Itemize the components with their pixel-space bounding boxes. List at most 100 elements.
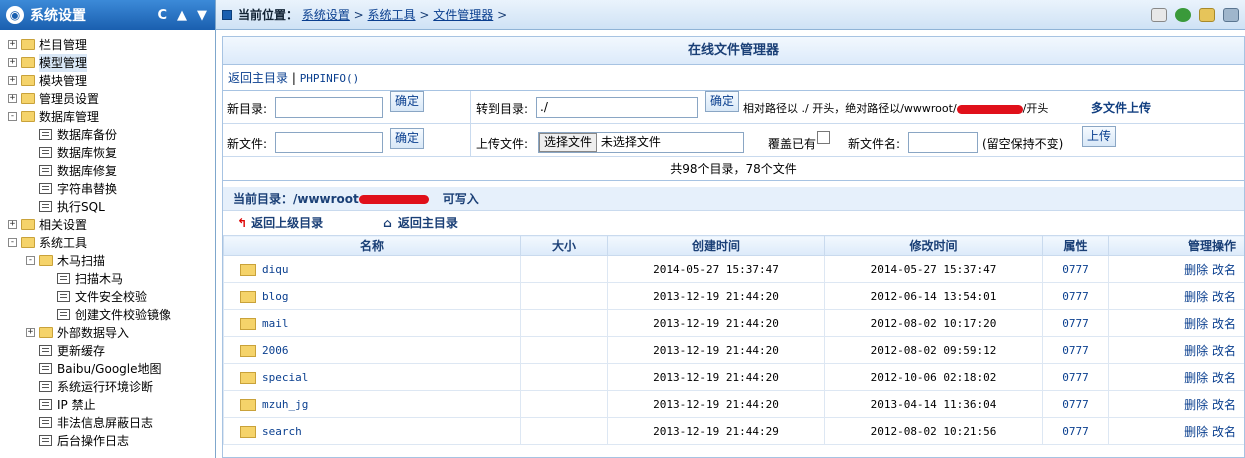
cell-modified: 2012-08-02 10:17:20: [824, 309, 1043, 337]
overwrite-checkbox[interactable]: [817, 131, 830, 144]
table-row: special 2013-12-19 21:44:20 2012-10-06 02:…: [223, 363, 1244, 391]
delete-link[interactable]: 删除: [1184, 425, 1208, 439]
new-name-input[interactable]: [908, 132, 978, 153]
tree-item-label: 栏目管理: [39, 38, 88, 52]
tree-item[interactable]: 文件安全校验: [0, 288, 215, 306]
delete-link[interactable]: 删除: [1184, 263, 1208, 277]
multi-upload-link[interactable]: 多文件上传: [1091, 99, 1151, 116]
tree-item[interactable]: 更新缓存: [0, 342, 215, 360]
expand-icon[interactable]: +: [8, 94, 17, 103]
tree-item[interactable]: 数据库备份: [0, 126, 215, 144]
cell-name[interactable]: blog: [223, 282, 521, 310]
rename-link[interactable]: 改名: [1212, 371, 1236, 385]
nav-up-link[interactable]: ↰ 返回上级目录: [237, 216, 351, 230]
upload-button[interactable]: 上传: [1082, 126, 1117, 147]
folder-icon[interactable]: [1199, 7, 1215, 22]
delete-link[interactable]: 删除: [1184, 398, 1208, 412]
new-file-input[interactable]: [275, 132, 383, 153]
tree-item[interactable]: IP 禁止: [0, 396, 215, 414]
tree-item[interactable]: + 相关设置: [0, 216, 215, 234]
choose-file-button[interactable]: 选择文件: [539, 133, 598, 152]
cell-name[interactable]: diqu: [223, 255, 521, 283]
breadcrumb-system-settings[interactable]: 系统设置: [302, 8, 350, 22]
tree-item[interactable]: 后台操作日志: [0, 432, 215, 450]
cell-attr[interactable]: 0777: [1042, 282, 1109, 310]
refresh-icon[interactable]: C: [157, 8, 167, 23]
writable-badge: 可写入: [442, 192, 479, 206]
table-row: diqu 2014-05-27 15:37:47 2014-05-27 15:37:…: [223, 255, 1244, 283]
cell-attr[interactable]: 0777: [1042, 363, 1109, 391]
cell-modified: 2012-10-06 02:18:02: [824, 363, 1043, 391]
breadcrumb-system-tools[interactable]: 系统工具: [368, 8, 416, 22]
tree-item[interactable]: + 外部数据导入: [0, 324, 215, 342]
new-file-confirm-button[interactable]: 确定: [390, 128, 425, 149]
page-icon: [39, 345, 52, 356]
cell-attr[interactable]: 0777: [1042, 417, 1109, 445]
cell-attr[interactable]: 0777: [1042, 336, 1109, 364]
tree-item[interactable]: 创建文件校验镜像: [0, 306, 215, 324]
tree-item[interactable]: + 模型管理: [0, 54, 215, 72]
breadcrumb-sep: >: [349, 8, 368, 22]
rename-link[interactable]: 改名: [1212, 263, 1236, 277]
collapse-icon[interactable]: -: [8, 238, 17, 247]
breadcrumb-file-manager[interactable]: 文件管理器: [433, 8, 493, 22]
delete-link[interactable]: 删除: [1184, 371, 1208, 385]
nav-home-link[interactable]: ⌂ 返回主目录: [383, 216, 486, 230]
redacted-mark: [358, 195, 429, 204]
cell-attr[interactable]: 0777: [1042, 255, 1109, 283]
expand-icon[interactable]: +: [8, 220, 17, 229]
expand-icon[interactable]: +: [8, 76, 17, 85]
link-phpinfo[interactable]: PHPINFO(): [300, 72, 360, 85]
delete-link[interactable]: 删除: [1184, 344, 1208, 358]
folder-icon: [39, 327, 53, 338]
tree-item[interactable]: Baibu/Google地图: [0, 360, 215, 378]
tree-item[interactable]: 数据库恢复: [0, 144, 215, 162]
expand-icon[interactable]: +: [26, 328, 35, 337]
collapse-icon[interactable]: -: [8, 112, 17, 121]
breadcrumb-tail: >: [493, 8, 508, 22]
tree-item[interactable]: + 栏目管理: [0, 36, 215, 54]
rename-link[interactable]: 改名: [1212, 398, 1236, 412]
globe-icon[interactable]: [1175, 7, 1191, 22]
tree-item[interactable]: - 木马扫描: [0, 252, 215, 270]
tree-item[interactable]: + 模块管理: [0, 72, 215, 90]
tree-item[interactable]: - 系统工具: [0, 234, 215, 252]
rename-link[interactable]: 改名: [1212, 425, 1236, 439]
delete-link[interactable]: 删除: [1184, 317, 1208, 331]
delete-link[interactable]: 删除: [1184, 290, 1208, 304]
cell-name[interactable]: mzuh_jg: [223, 390, 521, 418]
new-dir-confirm-button[interactable]: 确定: [390, 91, 425, 112]
window-icon[interactable]: [1223, 7, 1239, 22]
tree-item[interactable]: 系统运行环境诊断: [0, 378, 215, 396]
folder-icon: [21, 57, 35, 68]
collapse-icon[interactable]: -: [26, 256, 35, 265]
tree-item[interactable]: 字符串替换: [0, 180, 215, 198]
cell-name[interactable]: search: [223, 417, 521, 445]
tree-item[interactable]: 非法信息屏蔽日志: [0, 414, 215, 432]
rename-link[interactable]: 改名: [1212, 290, 1236, 304]
mail-icon[interactable]: [1151, 7, 1167, 22]
cell-attr[interactable]: 0777: [1042, 309, 1109, 337]
goto-dir-input[interactable]: ./: [536, 97, 698, 118]
file-manager-panel: 在线文件管理器 返回主目录 | PHPINFO() 新目录: 确定 转到目录: …: [222, 36, 1245, 458]
rename-link[interactable]: 改名: [1212, 344, 1236, 358]
cell-name[interactable]: mail: [223, 309, 521, 337]
tree-item[interactable]: 扫描木马: [0, 270, 215, 288]
tree-item[interactable]: 执行SQL: [0, 198, 215, 216]
rename-link[interactable]: 改名: [1212, 317, 1236, 331]
scroll-up-icon[interactable]: ▲: [177, 8, 187, 23]
cell-created: 2013-12-19 21:44:20: [607, 363, 825, 391]
link-home-dir[interactable]: 返回主目录: [228, 71, 288, 85]
cell-name[interactable]: special: [223, 363, 521, 391]
cell-attr[interactable]: 0777: [1042, 390, 1109, 418]
tree-item[interactable]: + 管理员设置: [0, 90, 215, 108]
scroll-down-icon[interactable]: ▼: [197, 8, 207, 23]
expand-icon[interactable]: +: [8, 58, 17, 67]
expand-icon[interactable]: +: [8, 40, 17, 49]
tree-item[interactable]: - 数据库管理: [0, 108, 215, 126]
cell-name[interactable]: 2006: [223, 336, 521, 364]
new-dir-input[interactable]: [275, 97, 383, 118]
tree-item-label: 数据库修复: [57, 164, 118, 178]
goto-dir-confirm-button[interactable]: 确定: [705, 91, 740, 112]
tree-item[interactable]: 数据库修复: [0, 162, 215, 180]
